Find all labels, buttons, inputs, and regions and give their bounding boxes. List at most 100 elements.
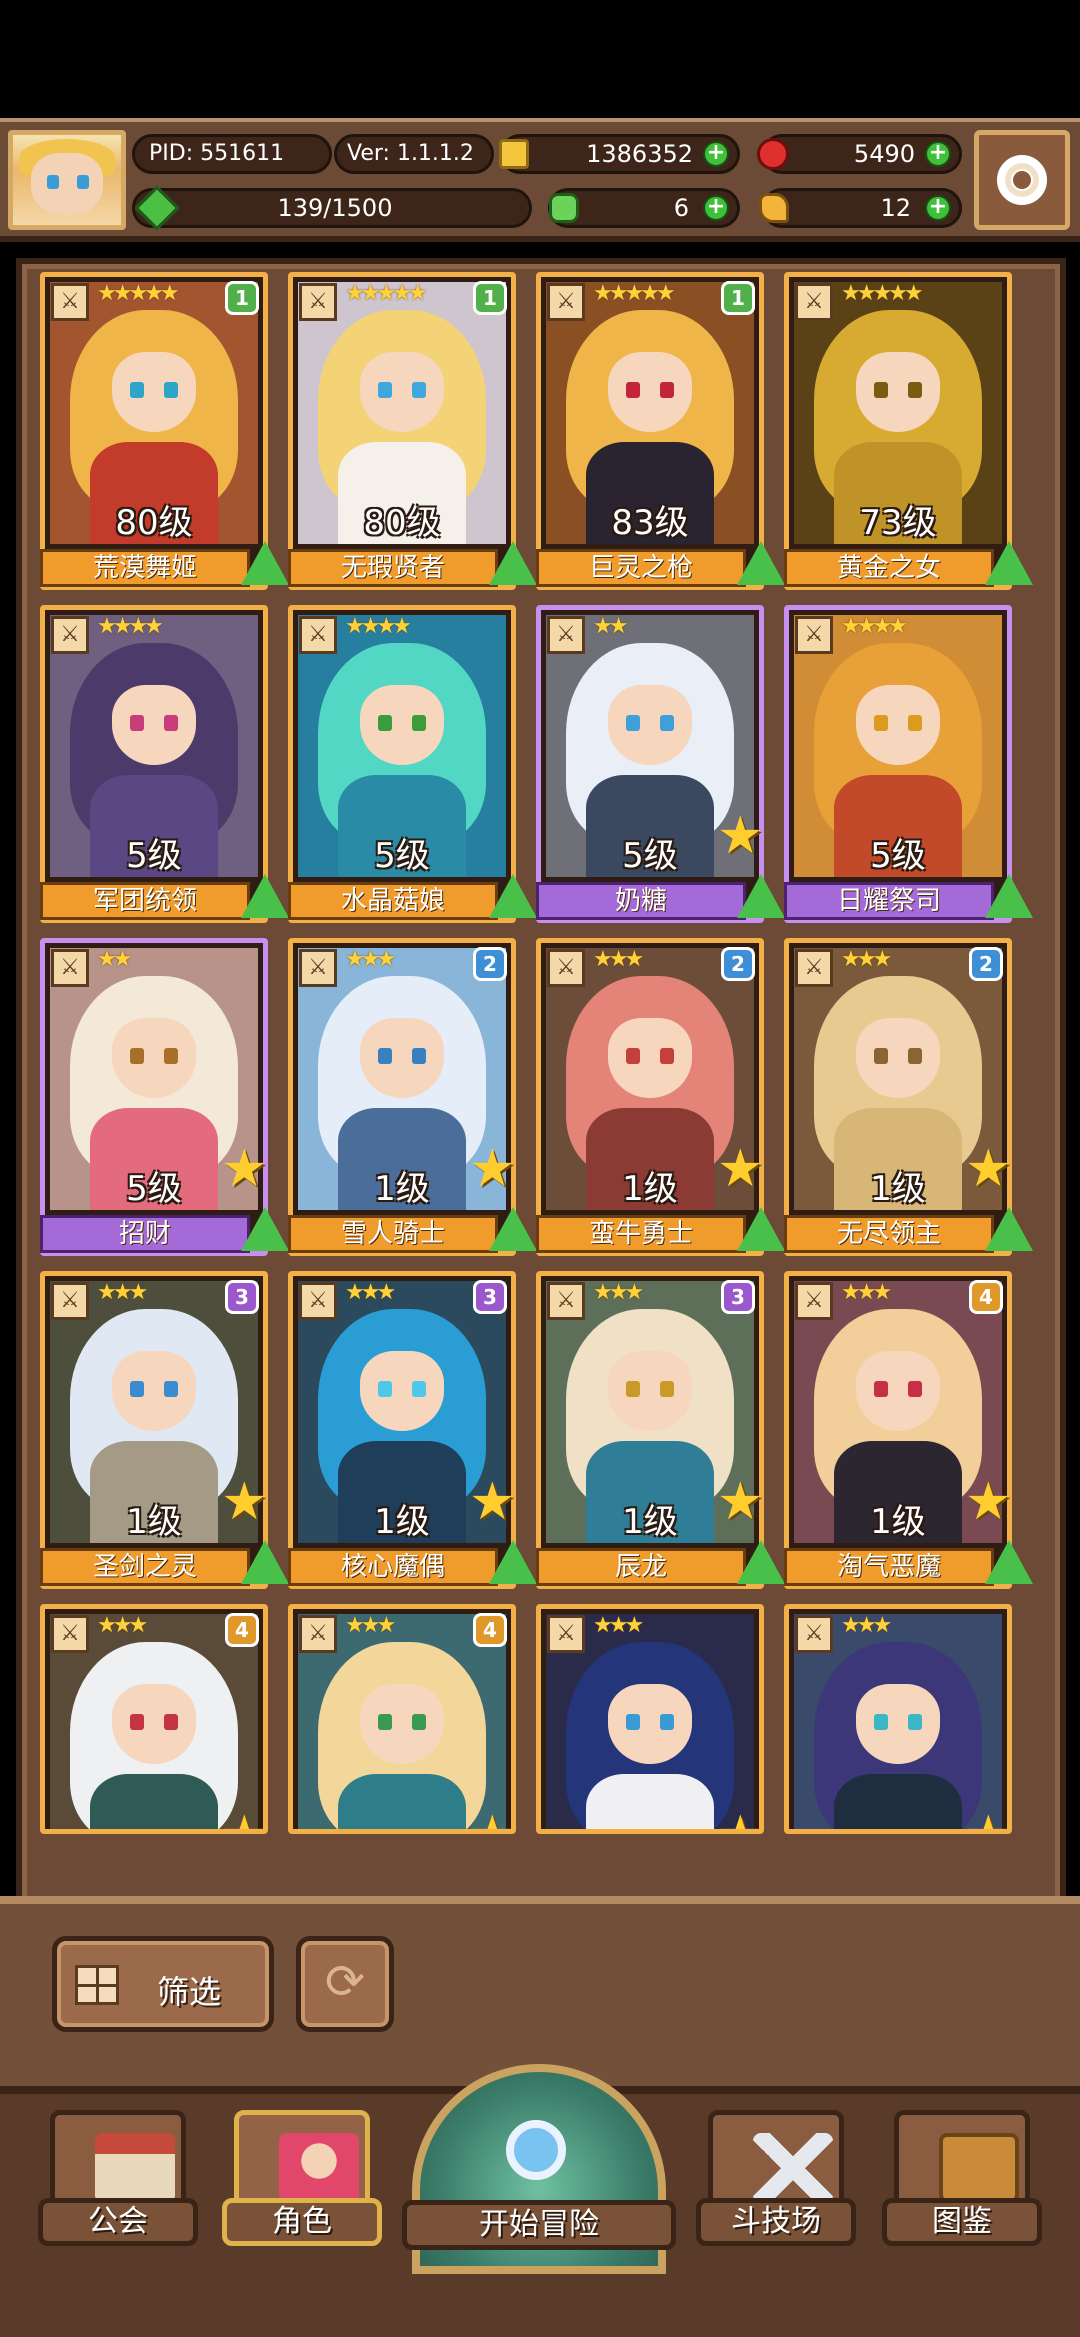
portrait-eye-left — [626, 382, 640, 398]
player-avatar[interactable] — [8, 130, 126, 230]
character-level: 73级 — [859, 503, 937, 543]
weapon-type-icon: ⚔ — [51, 949, 89, 987]
portrait-eye-right — [164, 1048, 178, 1064]
upgrade-arrow-icon — [985, 541, 1033, 585]
gold-pill: 1386352 + — [499, 134, 740, 174]
weapon-type-icon: ⚔ — [299, 1615, 337, 1653]
portrait-eye-left — [130, 382, 144, 398]
crossed-swords-icon — [753, 2133, 833, 2203]
character-card[interactable]: ⚔ ★★★ 3 1级 ★ 辰龙 — [536, 1271, 785, 1589]
upgrade-arrow-icon — [489, 1540, 537, 1584]
ticket-add-icon[interactable]: + — [925, 195, 951, 221]
character-name: 无瑕贤者 — [288, 549, 498, 587]
character-card[interactable]: ⚔ ★★★★ 5级 水晶菇娘 — [288, 605, 537, 923]
nav-arena[interactable]: 斗技场 — [696, 2110, 856, 2310]
character-card[interactable]: ⚔ ★★ 5级 ★ 奶糖 — [536, 605, 785, 923]
nav-codex[interactable]: 图鉴 — [882, 2110, 1042, 2310]
clover-add-icon[interactable]: + — [703, 195, 729, 221]
character-level: 80级 — [363, 503, 441, 543]
star-up-icon: ★ — [221, 1139, 268, 1199]
rarity-stars: ★★★★★ — [841, 281, 924, 306]
weapon-type-icon: ⚔ — [795, 1615, 833, 1653]
nav-character[interactable]: 角色 — [222, 2110, 382, 2310]
portrait-eye-left — [378, 1048, 392, 1064]
portrait-eye-right — [164, 382, 178, 398]
reset-filter-button[interactable]: ⟳ — [296, 1936, 394, 2032]
portrait-eye-left — [874, 715, 888, 731]
character-name: 核心魔偶 — [288, 1548, 498, 1586]
stamina-value: 139/1500 — [277, 194, 393, 222]
awaken-badge: 2 — [721, 947, 755, 981]
character-card[interactable]: ⚔ ★★ 5级 ★ 招财 — [40, 938, 289, 1256]
magnifier-icon — [506, 2120, 566, 2180]
star-up-icon: ★ — [469, 1139, 516, 1199]
portrait-face — [856, 1684, 940, 1764]
portrait-face — [112, 1684, 196, 1764]
character-card[interactable]: ⚔ ★★★ 1级 ★ 星灵射手 — [536, 1604, 764, 1834]
character-card[interactable]: ⚔ ★★★ 2 1级 ★ 蛮牛勇士 — [536, 938, 785, 1256]
portrait-face — [608, 1018, 692, 1098]
awaken-badge: 1 — [225, 281, 259, 315]
character-name: 蛮牛勇士 — [536, 1215, 746, 1253]
character-card[interactable]: ⚔ ★★★★★ 1 80级 荒漠舞姬 — [40, 272, 289, 590]
gold-add-icon[interactable]: + — [703, 141, 729, 167]
ruby-add-icon[interactable]: + — [925, 141, 951, 167]
character-card[interactable]: ⚔ ★★★ 2 1级 ★ 无尽领主 — [784, 938, 1033, 1256]
character-card[interactable]: ⚔ ★★★ 3 1级 ★ 核心魔偶 — [288, 1271, 537, 1589]
nav-character-label: 角色 — [222, 2198, 382, 2246]
portrait-eye-left — [874, 1048, 888, 1064]
rarity-stars: ★★★ — [345, 947, 396, 972]
pid-pill: PID: 551611 — [132, 134, 332, 174]
portrait-eye-right — [660, 715, 674, 731]
rarity-stars: ★★★ — [593, 947, 644, 972]
top-resource-bar: PID: 551611 Ver: 1.1.1.2 1386352 + 5490 … — [0, 118, 1080, 242]
weapon-type-icon: ⚔ — [547, 949, 585, 987]
gear-icon-hole — [1013, 171, 1031, 189]
character-head-icon — [279, 2133, 359, 2203]
awaken-badge: 4 — [969, 1280, 1003, 1314]
character-card[interactable]: ⚔ ★★★ 4 1级 ★ 淘气恶魔 — [784, 1271, 1033, 1589]
character-name: 巨灵之枪 — [536, 549, 746, 587]
portrait-eye-right — [908, 1714, 922, 1730]
refresh-icon: ⟳ — [324, 1954, 366, 2010]
character-card[interactable]: ⚔ ★★★ 3 1级 ★ 圣剑之灵 — [40, 1271, 289, 1589]
ticket-pill: 12 + — [759, 188, 962, 228]
weapon-type-icon: ⚔ — [299, 1282, 337, 1320]
character-name: 日耀祭司 — [784, 882, 994, 920]
portrait-face — [112, 685, 196, 765]
portrait-face — [112, 1351, 196, 1431]
character-card[interactable]: ⚔ ★★★ 4 1级 ★ 风行游侠 — [40, 1604, 268, 1834]
character-card[interactable]: ⚔ ★★★★ 5级 军团统领 — [40, 605, 289, 923]
version-text: Ver: 1.1.1.2 — [347, 141, 474, 166]
character-card[interactable]: ⚔ ★★★★★ 1 80级 无瑕贤者 — [288, 272, 537, 590]
portrait-eye-right — [412, 382, 426, 398]
settings-button[interactable] — [974, 130, 1070, 230]
nav-guild[interactable]: 公会 — [38, 2110, 198, 2310]
character-level: 83级 — [611, 503, 689, 543]
portrait-eye-right — [660, 1381, 674, 1397]
upgrade-arrow-icon — [241, 1540, 289, 1584]
weapon-type-icon: ⚔ — [547, 616, 585, 654]
character-name: 军团统领 — [40, 882, 250, 920]
portrait-eye-right — [412, 1381, 426, 1397]
portrait-eye-right — [164, 1714, 178, 1730]
character-card[interactable]: ⚔ ★★★ 1级 ★ 荒漠舞姬 — [784, 1604, 1012, 1834]
character-name: 圣剑之灵 — [40, 1548, 250, 1586]
rarity-stars: ★★★★★ — [97, 281, 180, 306]
upgrade-arrow-icon — [241, 874, 289, 918]
star-up-icon: ★ — [221, 1809, 263, 1829]
character-card[interactable]: ⚔ ★★★ 2 1级 ★ 雪人骑士 — [288, 938, 537, 1256]
awaken-badge: 1 — [473, 281, 507, 315]
upgrade-arrow-icon — [241, 1207, 289, 1251]
gold-coin-icon — [499, 139, 529, 169]
filter-button[interactable]: 筛选 — [52, 1936, 274, 2032]
portrait-eye-right — [660, 1048, 674, 1064]
portrait-eye-left — [874, 382, 888, 398]
portrait-eye-right — [164, 715, 178, 731]
character-card[interactable]: ⚔ ★★★ 4 1级 ★ 魔灵公主 — [288, 1604, 516, 1834]
character-card[interactable]: ⚔ ★★★★ 5级 日耀祭司 — [784, 605, 1033, 923]
character-card[interactable]: ⚔ ★★★★★ 1 83级 巨灵之枪 — [536, 272, 785, 590]
start-adventure-button[interactable]: 开始冒险 — [402, 2064, 676, 2310]
character-card[interactable]: ⚔ ★★★★★ 73级 黄金之女 — [784, 272, 1033, 590]
rarity-stars: ★★★ — [841, 1613, 892, 1638]
